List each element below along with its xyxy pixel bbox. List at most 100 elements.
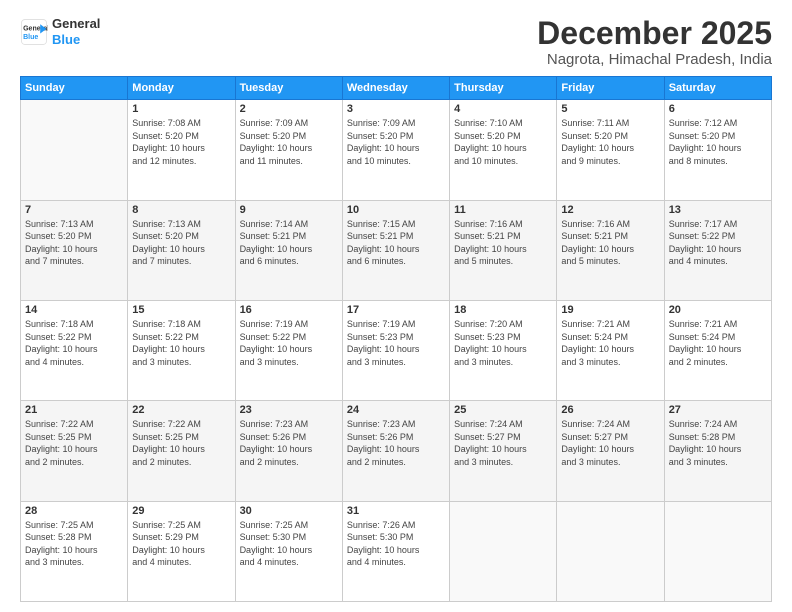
day-info: Sunrise: 7:08 AM Sunset: 5:20 PM Dayligh… [132,117,230,167]
calendar-cell: 13 Sunrise: 7:17 AM Sunset: 5:22 PM Dayli… [664,200,771,300]
calendar-cell: 31 Sunrise: 7:26 AM Sunset: 5:30 PM Dayli… [342,501,449,601]
day-info: Sunrise: 7:11 AM Sunset: 5:20 PM Dayligh… [561,117,659,167]
day-number: 10 [347,204,445,216]
day-info: Sunrise: 7:25 AM Sunset: 5:29 PM Dayligh… [132,519,230,569]
day-info: Sunrise: 7:19 AM Sunset: 5:23 PM Dayligh… [347,318,445,368]
day-info: Sunrise: 7:21 AM Sunset: 5:24 PM Dayligh… [669,318,767,368]
day-info: Sunrise: 7:17 AM Sunset: 5:22 PM Dayligh… [669,218,767,268]
calendar-cell: 22 Sunrise: 7:22 AM Sunset: 5:25 PM Dayli… [128,401,235,501]
day-number: 24 [347,404,445,416]
day-number: 5 [561,103,659,115]
calendar-cell: 2 Sunrise: 7:09 AM Sunset: 5:20 PM Daylig… [235,100,342,200]
day-info: Sunrise: 7:22 AM Sunset: 5:25 PM Dayligh… [25,418,123,468]
logo-text: General Blue [52,16,100,47]
day-info: Sunrise: 7:16 AM Sunset: 5:21 PM Dayligh… [561,218,659,268]
day-number: 12 [561,204,659,216]
day-number: 9 [240,204,338,216]
day-info: Sunrise: 7:18 AM Sunset: 5:22 PM Dayligh… [25,318,123,368]
day-number: 31 [347,505,445,517]
day-info: Sunrise: 7:13 AM Sunset: 5:20 PM Dayligh… [132,218,230,268]
header: General Blue General Blue December 2025 … [20,16,772,68]
logo: General Blue General Blue [20,16,100,47]
calendar-week-row: 14Sunrise: 7:18 AM Sunset: 5:22 PM Dayli… [21,300,772,400]
day-info: Sunrise: 7:26 AM Sunset: 5:30 PM Dayligh… [347,519,445,569]
day-info: Sunrise: 7:09 AM Sunset: 5:20 PM Dayligh… [240,117,338,167]
day-number: 22 [132,404,230,416]
calendar-cell: 5 Sunrise: 7:11 AM Sunset: 5:20 PM Daylig… [557,100,664,200]
day-info: Sunrise: 7:23 AM Sunset: 5:26 PM Dayligh… [240,418,338,468]
calendar-cell: 18Sunrise: 7:20 AM Sunset: 5:23 PM Dayli… [450,300,557,400]
day-header-tuesday: Tuesday [235,77,342,100]
day-number: 16 [240,304,338,316]
calendar-cell [664,501,771,601]
calendar-cell: 12 Sunrise: 7:16 AM Sunset: 5:21 PM Dayli… [557,200,664,300]
calendar-cell: 23 Sunrise: 7:23 AM Sunset: 5:26 PM Dayli… [235,401,342,501]
title-area: December 2025 Nagrota, Himachal Pradesh,… [537,16,772,68]
day-info: Sunrise: 7:21 AM Sunset: 5:24 PM Dayligh… [561,318,659,368]
calendar-cell: 7Sunrise: 7:13 AM Sunset: 5:20 PM Daylig… [21,200,128,300]
day-number: 19 [561,304,659,316]
day-header-friday: Friday [557,77,664,100]
logo-line1: General [52,16,100,32]
day-number: 2 [240,103,338,115]
calendar-cell: 11Sunrise: 7:16 AM Sunset: 5:21 PM Dayli… [450,200,557,300]
day-info: Sunrise: 7:19 AM Sunset: 5:22 PM Dayligh… [240,318,338,368]
day-number: 20 [669,304,767,316]
day-header-wednesday: Wednesday [342,77,449,100]
day-header-sunday: Sunday [21,77,128,100]
calendar-cell: 20 Sunrise: 7:21 AM Sunset: 5:24 PM Dayli… [664,300,771,400]
calendar-cell: 29 Sunrise: 7:25 AM Sunset: 5:29 PM Dayli… [128,501,235,601]
main-title: December 2025 [537,16,772,51]
day-number: 15 [132,304,230,316]
day-info: Sunrise: 7:12 AM Sunset: 5:20 PM Dayligh… [669,117,767,167]
calendar-cell: 24 Sunrise: 7:23 AM Sunset: 5:26 PM Dayli… [342,401,449,501]
day-header-saturday: Saturday [664,77,771,100]
day-number: 17 [347,304,445,316]
day-number: 25 [454,404,552,416]
day-number: 11 [454,204,552,216]
calendar-cell: 8 Sunrise: 7:13 AM Sunset: 5:20 PM Daylig… [128,200,235,300]
calendar-cell [21,100,128,200]
day-number: 6 [669,103,767,115]
day-info: Sunrise: 7:15 AM Sunset: 5:21 PM Dayligh… [347,218,445,268]
calendar-cell [450,501,557,601]
day-header-thursday: Thursday [450,77,557,100]
svg-text:Blue: Blue [23,34,38,41]
day-info: Sunrise: 7:24 AM Sunset: 5:27 PM Dayligh… [561,418,659,468]
day-info: Sunrise: 7:18 AM Sunset: 5:22 PM Dayligh… [132,318,230,368]
sub-title: Nagrota, Himachal Pradesh, India [537,51,772,68]
day-info: Sunrise: 7:24 AM Sunset: 5:28 PM Dayligh… [669,418,767,468]
calendar-cell [557,501,664,601]
calendar-cell: 21Sunrise: 7:22 AM Sunset: 5:25 PM Dayli… [21,401,128,501]
day-number: 30 [240,505,338,517]
day-number: 29 [132,505,230,517]
calendar-table: SundayMondayTuesdayWednesdayThursdayFrid… [20,76,772,602]
calendar-cell: 3 Sunrise: 7:09 AM Sunset: 5:20 PM Daylig… [342,100,449,200]
day-number: 23 [240,404,338,416]
day-info: Sunrise: 7:09 AM Sunset: 5:20 PM Dayligh… [347,117,445,167]
day-number: 18 [454,304,552,316]
calendar-cell: 6 Sunrise: 7:12 AM Sunset: 5:20 PM Daylig… [664,100,771,200]
day-number: 13 [669,204,767,216]
calendar-cell: 4Sunrise: 7:10 AM Sunset: 5:20 PM Daylig… [450,100,557,200]
day-header-monday: Monday [128,77,235,100]
calendar-cell: 30Sunrise: 7:25 AM Sunset: 5:30 PM Dayli… [235,501,342,601]
calendar-cell: 14Sunrise: 7:18 AM Sunset: 5:22 PM Dayli… [21,300,128,400]
calendar-cell: 15 Sunrise: 7:18 AM Sunset: 5:22 PM Dayli… [128,300,235,400]
calendar-cell: 25Sunrise: 7:24 AM Sunset: 5:27 PM Dayli… [450,401,557,501]
calendar-cell: 19 Sunrise: 7:21 AM Sunset: 5:24 PM Dayli… [557,300,664,400]
calendar-cell: 9Sunrise: 7:14 AM Sunset: 5:21 PM Daylig… [235,200,342,300]
day-number: 27 [669,404,767,416]
day-info: Sunrise: 7:22 AM Sunset: 5:25 PM Dayligh… [132,418,230,468]
day-info: Sunrise: 7:23 AM Sunset: 5:26 PM Dayligh… [347,418,445,468]
day-number: 1 [132,103,230,115]
day-number: 3 [347,103,445,115]
calendar-cell: 28Sunrise: 7:25 AM Sunset: 5:28 PM Dayli… [21,501,128,601]
calendar-week-row: 28Sunrise: 7:25 AM Sunset: 5:28 PM Dayli… [21,501,772,601]
logo-icon: General Blue [20,18,48,46]
calendar-header-row: SundayMondayTuesdayWednesdayThursdayFrid… [21,77,772,100]
calendar-week-row: 7Sunrise: 7:13 AM Sunset: 5:20 PM Daylig… [21,200,772,300]
day-number: 8 [132,204,230,216]
logo-line2: Blue [52,32,80,47]
calendar-cell: 16 Sunrise: 7:19 AM Sunset: 5:22 PM Dayli… [235,300,342,400]
